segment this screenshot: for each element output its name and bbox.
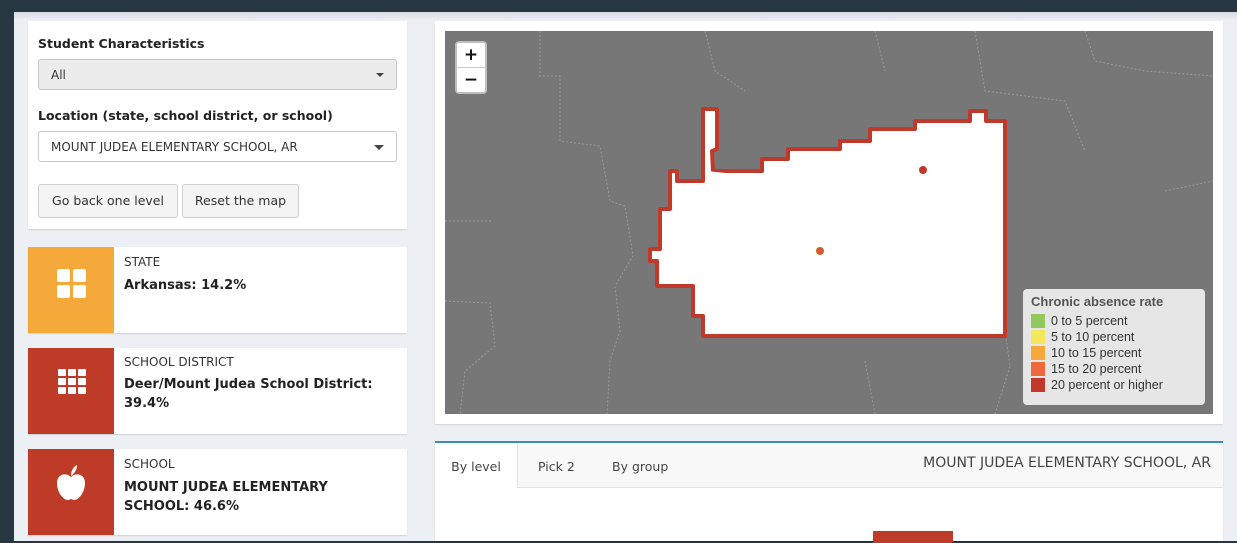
chart-bar	[873, 531, 953, 543]
legend-label: 0 to 5 percent	[1051, 314, 1128, 328]
state-card: STATE Arkansas: 14.2%	[28, 247, 407, 333]
school-marker	[816, 247, 824, 255]
go-back-button[interactable]: Go back one level	[38, 184, 178, 218]
legend-title: Chronic absence rate	[1031, 294, 1164, 309]
grid-3x3-icon	[58, 369, 86, 394]
school-card: SCHOOL MOUNT JUDEA ELEMENTARY SCHOOL: 46…	[28, 449, 407, 535]
student-characteristics-label: Student Characteristics	[38, 36, 205, 51]
district-card: SCHOOL DISTRICT Deer/Mount Judea School …	[28, 348, 407, 434]
state-value: Arkansas: 14.2%	[124, 278, 247, 293]
state-icon-tile	[28, 247, 114, 333]
legend-swatch	[1031, 330, 1045, 344]
zoom-out-button[interactable]: −	[457, 68, 485, 92]
school-marker	[919, 166, 927, 174]
zoom-control: + −	[455, 41, 487, 94]
choropleth-map[interactable]: + − Chronic absence rate 0 to 5 percent …	[445, 31, 1213, 414]
zoom-in-button[interactable]: +	[457, 43, 485, 68]
student-characteristics-select[interactable]: All	[38, 59, 397, 90]
legend-swatch	[1031, 314, 1045, 328]
student-characteristics-value: All	[51, 68, 66, 82]
map-legend: Chronic absence rate 0 to 5 percent 5 to…	[1023, 289, 1205, 405]
legend-swatch	[1031, 378, 1045, 392]
filter-panel: Student Characteristics All Location (st…	[28, 21, 407, 229]
chevron-down-icon	[376, 73, 384, 77]
reset-map-button[interactable]: Reset the map	[182, 184, 299, 218]
school-boundary-shape	[648, 107, 1007, 338]
legend-label: 20 percent or higher	[1051, 378, 1163, 392]
location-value: MOUNT JUDEA ELEMENTARY SCHOOL, AR	[51, 140, 298, 154]
header-shadow	[14, 12, 1237, 20]
school-value: MOUNT JUDEA ELEMENTARY SCHOOL: 46.6%	[124, 480, 328, 514]
tab-pick-2[interactable]: Pick 2	[538, 443, 575, 487]
legend-label: 10 to 15 percent	[1051, 346, 1142, 360]
school-caption: SCHOOL	[124, 457, 175, 471]
chevron-down-icon	[374, 145, 384, 150]
legend-label: 5 to 10 percent	[1051, 330, 1135, 344]
map-panel: + − Chronic absence rate 0 to 5 percent …	[435, 21, 1223, 424]
district-caption: SCHOOL DISTRICT	[124, 355, 234, 369]
district-value: Deer/Mount Judea School District: 39.4%	[124, 377, 373, 411]
legend-swatch	[1031, 346, 1045, 360]
chart-tabs-panel: By level Pick 2 By group MOUNT JUDEA ELE…	[435, 441, 1223, 543]
tab-by-level[interactable]: By level	[435, 443, 518, 488]
tab-bar: By level Pick 2 By group MOUNT JUDEA ELE…	[435, 443, 1223, 488]
tab-by-group[interactable]: By group	[612, 443, 668, 487]
apple-icon	[57, 465, 85, 500]
location-select[interactable]: MOUNT JUDEA ELEMENTARY SCHOOL, AR	[38, 131, 397, 162]
legend-swatch	[1031, 362, 1045, 376]
grid-2x2-icon	[57, 269, 86, 298]
district-icon-tile	[28, 348, 114, 434]
state-caption: STATE	[124, 255, 161, 269]
location-label: Location (state, school district, or sch…	[38, 108, 333, 123]
legend-label: 15 to 20 percent	[1051, 362, 1142, 376]
selection-title: MOUNT JUDEA ELEMENTARY SCHOOL, AR	[923, 455, 1211, 471]
school-icon-tile	[28, 449, 114, 535]
